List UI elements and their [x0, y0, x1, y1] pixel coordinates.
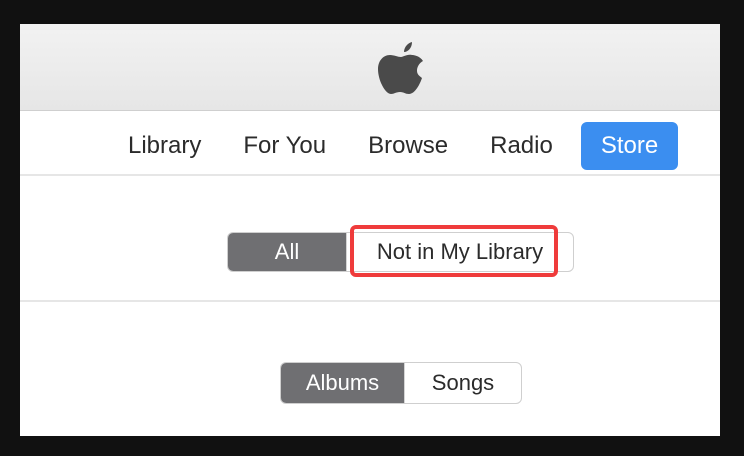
library-filter-segmented-control: All Not in My Library	[227, 232, 574, 272]
title-bar	[20, 24, 720, 111]
filter-all-button[interactable]: All	[228, 233, 346, 271]
nav-divider	[20, 174, 720, 176]
songs-button[interactable]: Songs	[404, 363, 521, 403]
apple-logo-icon	[378, 42, 423, 94]
nav-radio[interactable]: Radio	[472, 122, 571, 170]
nav-store[interactable]: Store	[580, 122, 679, 170]
nav-library[interactable]: Library	[110, 122, 219, 170]
albums-button[interactable]: Albums	[281, 363, 404, 403]
main-nav: Library For You Browse Radio Store	[110, 122, 684, 170]
app-window: Library For You Browse Radio Store All N…	[20, 24, 720, 436]
section-divider	[20, 300, 720, 302]
filter-not-in-my-library-button[interactable]: Not in My Library	[346, 233, 573, 271]
nav-browse[interactable]: Browse	[350, 122, 466, 170]
nav-for-you[interactable]: For You	[225, 122, 344, 170]
media-type-segmented-control: Albums Songs	[280, 362, 522, 404]
